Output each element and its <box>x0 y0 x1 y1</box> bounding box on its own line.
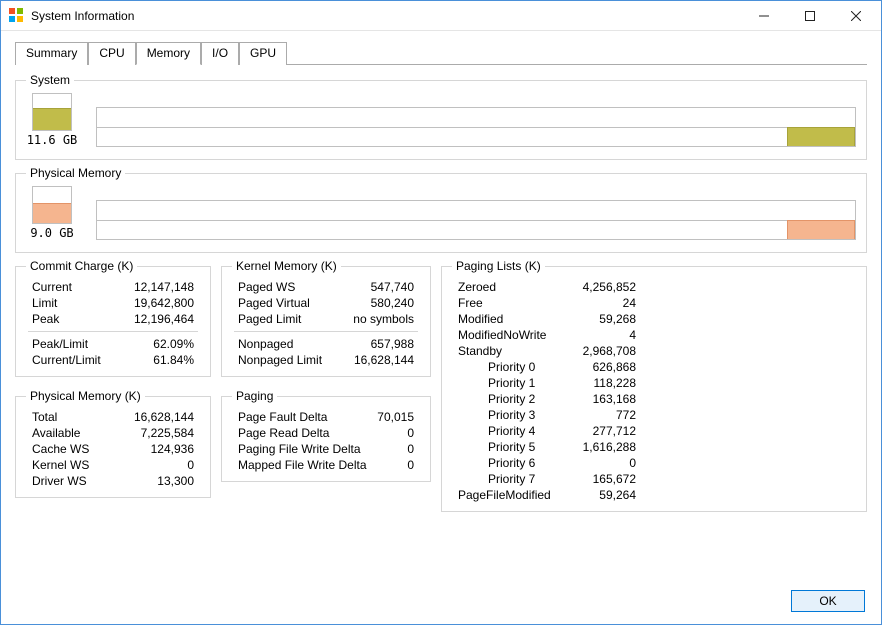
physmem-meter-cube <box>32 186 72 224</box>
priority-7-row: Priority 7165,672 <box>452 471 642 487</box>
tab-memory[interactable]: Memory <box>136 42 201 65</box>
kernel-paged-limit-row: Paged Limitno symbols <box>232 311 420 327</box>
commit-charge-legend: Commit Charge (K) <box>26 259 137 273</box>
paging-file-write-delta-row: Paging File Write Delta0 <box>232 441 420 457</box>
tab-summary[interactable]: Summary <box>15 42 88 65</box>
titlebar: System Information <box>1 1 881 31</box>
window-title: System Information <box>31 9 741 23</box>
page-file-modified-row: PageFileModified59,264 <box>452 487 642 503</box>
modified-row: Modified59,268 <box>452 311 642 327</box>
tab-cpu[interactable]: CPU <box>88 42 135 65</box>
paging-legend: Paging <box>232 389 277 403</box>
close-button[interactable] <box>833 1 879 31</box>
priority-1-row: Priority 1118,228 <box>452 375 642 391</box>
standby-row: Standby2,968,708 <box>452 343 642 359</box>
mapped-file-write-delta-row: Mapped File Write Delta0 <box>232 457 420 473</box>
commit-current-row: Current12,147,148 <box>26 279 200 295</box>
app-icon <box>9 8 25 24</box>
kernel-memory-group: Kernel Memory (K) Paged WS547,740 Paged … <box>221 259 431 377</box>
system-legend: System <box>26 73 74 87</box>
modified-no-write-row: ModifiedNoWrite4 <box>452 327 642 343</box>
priority-5-row: Priority 51,616,288 <box>452 439 642 455</box>
priority-3-row: Priority 3772 <box>452 407 642 423</box>
priority-2-row: Priority 2163,168 <box>452 391 642 407</box>
zeroed-row: Zeroed4,256,852 <box>452 279 642 295</box>
paging-lists-legend: Paging Lists (K) <box>452 259 545 273</box>
physical-memory-k-group: Physical Memory (K) Total16,628,144 Avai… <box>15 389 211 498</box>
kernel-paged-ws-row: Paged WS547,740 <box>232 279 420 295</box>
priority-0-row: Priority 0626,868 <box>452 359 642 375</box>
physmem-total-row: Total16,628,144 <box>26 409 200 425</box>
physmem-available-row: Available7,225,584 <box>26 425 200 441</box>
physmem-kernel-row: Kernel WS0 <box>26 457 200 473</box>
physical-memory-group: Physical Memory 9.0 GB <box>15 166 867 253</box>
physmem-cache-row: Cache WS124,936 <box>26 441 200 457</box>
priority-6-row: Priority 60 <box>452 455 642 471</box>
physical-memory-legend: Physical Memory <box>26 166 125 180</box>
kernel-nonpaged-limit-row: Nonpaged Limit16,628,144 <box>232 352 420 368</box>
page-fault-delta-row: Page Fault Delta70,015 <box>232 409 420 425</box>
paging-group: Paging Page Fault Delta70,015 Page Read … <box>221 389 431 482</box>
kernel-memory-legend: Kernel Memory (K) <box>232 259 341 273</box>
physical-memory-k-legend: Physical Memory (K) <box>26 389 145 403</box>
commit-peak-limit-row: Peak/Limit62.09% <box>26 336 200 352</box>
commit-current-limit-row: Current/Limit61.84% <box>26 352 200 368</box>
system-group: System 11.6 GB <box>15 73 867 160</box>
page-read-delta-row: Page Read Delta0 <box>232 425 420 441</box>
commit-charge-group: Commit Charge (K) Current12,147,148 Limi… <box>15 259 211 377</box>
ok-button[interactable]: OK <box>791 590 865 612</box>
tab-gpu[interactable]: GPU <box>239 42 287 65</box>
priority-4-row: Priority 4277,712 <box>452 423 642 439</box>
tab-bar: Summary CPU Memory I/O GPU <box>15 41 867 65</box>
maximize-button[interactable] <box>787 1 833 31</box>
minimize-button[interactable] <box>741 1 787 31</box>
physmem-meter-value: 9.0 GB <box>30 226 73 240</box>
tab-io[interactable]: I/O <box>201 42 239 65</box>
physmem-driver-row: Driver WS13,300 <box>26 473 200 489</box>
system-meter-cube <box>32 93 72 131</box>
system-history-chart <box>96 107 856 147</box>
physmem-history-chart <box>96 200 856 240</box>
system-meter-value: 11.6 GB <box>27 133 78 147</box>
free-row: Free24 <box>452 295 642 311</box>
kernel-nonpaged-row: Nonpaged657,988 <box>232 336 420 352</box>
commit-peak-row: Peak12,196,464 <box>26 311 200 327</box>
paging-lists-group: Paging Lists (K) Zeroed4,256,852 Free24 … <box>441 259 867 512</box>
commit-limit-row: Limit19,642,800 <box>26 295 200 311</box>
kernel-paged-virtual-row: Paged Virtual580,240 <box>232 295 420 311</box>
